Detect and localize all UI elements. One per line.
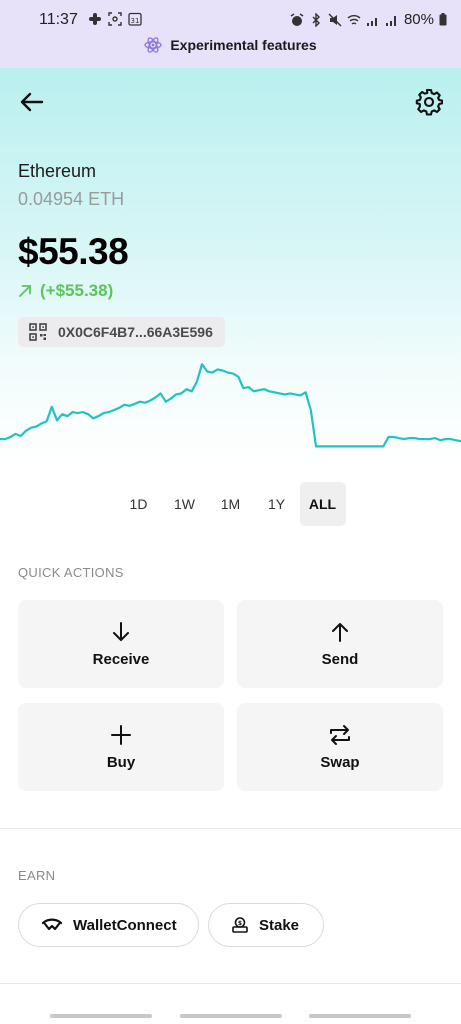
bluetooth-icon [312,12,320,27]
battery-percent: 80% [403,11,434,28]
swap-arrows-icon [330,724,350,745]
status-time: 11:37 [39,11,78,28]
nav-gesture-hint-right [309,1014,411,1018]
status-bar: 11:37 31 80% Experimental features [0,0,461,68]
experimental-features-label: Experimental features [170,37,317,53]
svg-text:$: $ [238,920,242,927]
signal-icon [366,17,377,26]
price-change: (+$55.38) [18,281,113,301]
atom-icon [144,37,162,53]
stake-button[interactable]: $ Stake [208,903,324,947]
asset-name: Ethereum [18,161,97,181]
wallet-address: 0X0C6F4B7...66A3E596 [58,324,213,340]
screenshot-icon [108,12,122,26]
qr-code-icon [29,323,47,341]
send-label: Send [321,650,359,668]
asset-balance: $55.38 [18,231,129,272]
calendar-icon: 31 [128,12,142,26]
arrow-down-icon [113,621,129,641]
mute-icon [328,13,342,26]
wifi-icon [347,14,361,25]
swap-button[interactable]: Swap [237,703,443,791]
nav-gesture-hint-left [50,1014,152,1018]
send-button[interactable]: Send [237,600,443,688]
battery-icon [439,13,447,26]
svg-text:31: 31 [131,17,140,25]
slack-icon [89,13,101,25]
alarm-icon [290,12,304,26]
range-1d[interactable]: 1D [116,482,162,526]
settings-gear-icon[interactable] [415,88,443,116]
receive-label: Receive [92,650,150,668]
bottom-divider [0,983,461,984]
buy-label: Buy [106,753,136,771]
nav-gesture-hint-center[interactable] [180,1014,282,1018]
price-chart[interactable] [0,350,461,470]
walletconnect-button[interactable]: WalletConnect [18,903,199,947]
asset-amount: 0.04954 ETH [18,189,125,209]
range-1w[interactable]: 1W [162,482,208,526]
price-series-line [0,363,461,448]
back-arrow-icon[interactable] [18,88,46,116]
buy-button[interactable]: Buy [18,703,224,791]
time-range-selector: 1D 1W 1M 1Y ALL [0,482,461,526]
stake-coin-icon: $ [232,917,248,933]
range-1m[interactable]: 1M [208,482,254,526]
arrow-up-right-icon [19,285,31,297]
quick-actions-title: QUICK ACTIONS [18,565,124,580]
status-notification-icons: 31 [88,12,142,26]
wallet-address-chip[interactable]: 0X0C6F4B7...66A3E596 [18,317,225,347]
range-all[interactable]: ALL [299,482,346,526]
receive-button[interactable]: Receive [18,600,224,688]
experimental-features-banner[interactable]: Experimental features [0,36,461,54]
walletconnect-label: WalletConnect [73,916,177,934]
swap-label: Swap [320,753,360,771]
plus-icon [111,724,131,745]
walletconnect-icon [41,918,63,931]
earn-title: EARN [18,868,56,883]
signal-icon-2 [385,15,396,26]
stake-label: Stake [259,916,300,934]
status-right: 80% [290,11,447,28]
range-1y[interactable]: 1Y [254,482,300,526]
price-change-value: (+$55.38) [40,281,114,300]
arrow-up-icon [332,622,348,642]
section-divider [0,828,461,829]
